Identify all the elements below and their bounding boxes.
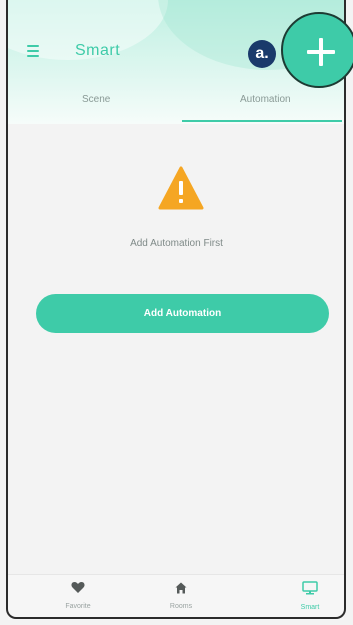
empty-state-message: Add Automation First	[130, 238, 223, 249]
tabbar-item-label: Rooms	[169, 603, 193, 610]
menu-icon[interactable]	[27, 45, 43, 57]
home-icon	[175, 582, 187, 594]
tabbar-item-label: Favorite	[65, 603, 91, 610]
tabbar-item-favorite[interactable]: Favorite	[38, 581, 118, 610]
annotation-badge: a.	[248, 40, 276, 68]
tabbar-item-rooms[interactable]: Rooms	[141, 581, 221, 610]
add-button-plus[interactable]	[281, 12, 353, 88]
add-automation-button[interactable]: Add Automation	[36, 294, 329, 333]
tab-scene[interactable]: Scene	[82, 94, 110, 105]
tab-active-indicator	[182, 120, 342, 122]
bottom-tab-bar: Favorite Rooms Smart	[8, 574, 344, 620]
tab-automation[interactable]: Automation	[240, 94, 291, 105]
monitor-icon	[302, 581, 318, 595]
plus-icon	[307, 38, 335, 66]
warning-icon	[158, 166, 204, 215]
tabbar-item-label: Smart	[300, 604, 320, 611]
heart-icon	[71, 582, 85, 593]
tabbar-item-smart[interactable]: Smart	[270, 581, 350, 611]
phone-screen: Smart Scene Automation a. Add Automation…	[0, 0, 353, 625]
page-title: Smart	[75, 42, 121, 59]
